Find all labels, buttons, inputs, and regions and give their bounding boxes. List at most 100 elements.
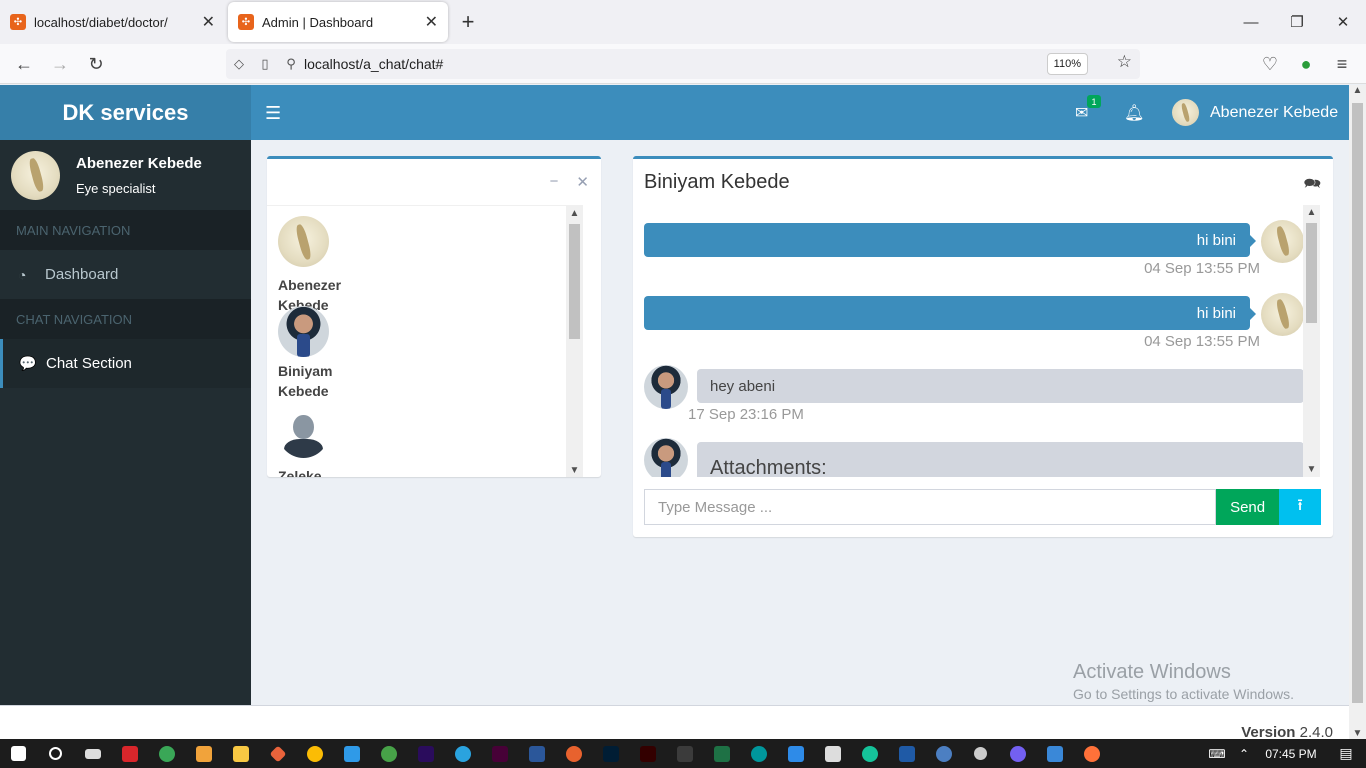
sidebar-item-chat-section[interactable]: 💬 Chat Section: [0, 339, 251, 388]
settings-gear-icon[interactable]: [962, 739, 999, 768]
vscode-icon[interactable]: [333, 739, 370, 768]
bell-icon[interactable]: 🔔︎: [1124, 103, 1144, 123]
user-panel: Abenezer Kebede Eye specialist: [0, 140, 251, 210]
message-timestamp: 04 Sep 13:55 PM: [1144, 260, 1260, 277]
close-tab-icon[interactable]: ✕: [202, 12, 215, 32]
firefox-icon[interactable]: [1073, 739, 1110, 768]
message-input[interactable]: [644, 489, 1217, 525]
illustrator-icon[interactable]: [629, 739, 666, 768]
photoshop-icon[interactable]: [592, 739, 629, 768]
message-outgoing: hi bini 04 Sep 13:55 PM: [644, 220, 1304, 283]
forward-icon[interactable]: →: [46, 50, 74, 78]
scroll-up-icon[interactable]: ▲: [1303, 207, 1320, 218]
scroll-down-icon[interactable]: ▼: [1303, 464, 1320, 475]
footer: Version 2.4.0: [0, 705, 1349, 741]
chat-scrollbar[interactable]: ▲ ▼: [1303, 205, 1320, 477]
scroll-up-icon[interactable]: ▲: [566, 208, 583, 219]
url-text[interactable]: localhost/a_chat/chat#: [304, 56, 443, 72]
app-icon[interactable]: [1036, 739, 1073, 768]
notifications-icon[interactable]: ▤: [1326, 745, 1366, 762]
message-list: hi bini 04 Sep 13:55 PM hi bini 04 Sep 1…: [633, 205, 1332, 477]
browser-tab-active[interactable]: ✣ Admin | Dashboard ✕: [228, 2, 448, 42]
shield-icon[interactable]: ◇: [226, 56, 252, 72]
page-icon: ▯: [261, 56, 269, 71]
app-icon[interactable]: [888, 739, 925, 768]
menu-icon[interactable]: ≡: [1328, 50, 1356, 78]
app-icon[interactable]: [925, 739, 962, 768]
send-button[interactable]: Send: [1216, 489, 1280, 525]
grammarly-icon[interactable]: [851, 739, 888, 768]
reload-icon[interactable]: ↻: [82, 50, 110, 78]
app-icon[interactable]: [814, 739, 851, 768]
scroll-up-icon[interactable]: ▲: [1349, 85, 1366, 96]
sidebar-item-label: Dashboard: [45, 266, 119, 283]
restore-icon[interactable]: ❐: [1274, 0, 1320, 44]
address-bar[interactable]: ◇ ▯ ⚲ localhost/a_chat/chat# 110% ☆: [226, 49, 1140, 79]
viber-icon[interactable]: [999, 739, 1036, 768]
chevron-up-icon[interactable]: ⌃: [1232, 747, 1256, 761]
sidebar-toggle-icon[interactable]: ☰: [265, 103, 281, 124]
search-icon[interactable]: [37, 739, 74, 768]
comments-icon[interactable]: 🗪: [1304, 173, 1321, 197]
new-tab-button[interactable]: +: [448, 0, 488, 44]
scroll-thumb[interactable]: [569, 224, 580, 339]
scroll-thumb[interactable]: [1306, 223, 1317, 323]
app-icon[interactable]: [111, 739, 148, 768]
task-view-icon[interactable]: [74, 739, 111, 768]
comment-icon: 💬: [19, 355, 37, 371]
message-timestamp: 17 Sep 23:16 PM: [688, 406, 804, 423]
brand-logo[interactable]: DK services: [0, 85, 251, 140]
dashboard-icon: ◔: [18, 266, 27, 283]
pocket-icon[interactable]: ♡: [1256, 50, 1284, 78]
clock-time[interactable]: 07:45 PM: [1256, 747, 1326, 761]
back-icon[interactable]: ←: [10, 50, 38, 78]
avatar: [1261, 220, 1304, 263]
chat-navigation-header: CHAT NAVIGATION: [0, 299, 251, 339]
browser-tab[interactable]: ✣ localhost/diabet/doctor/ ✕: [0, 2, 225, 42]
app-icon[interactable]: [259, 739, 296, 768]
scroll-down-icon[interactable]: ▼: [566, 465, 583, 476]
contact-item[interactable]: Biniyam Kebede: [278, 306, 368, 401]
telegram-icon[interactable]: [444, 739, 481, 768]
terminal-icon[interactable]: [666, 739, 703, 768]
minimize-box-icon[interactable]: −: [550, 173, 559, 191]
contact-name: Zeleke: [278, 468, 322, 477]
app-icon[interactable]: [555, 739, 592, 768]
xampp-favicon-icon: ✣: [10, 14, 26, 30]
sidebar-item-label: Chat Section: [46, 355, 132, 372]
premiere-icon[interactable]: [407, 739, 444, 768]
app-icon[interactable]: [148, 739, 185, 768]
contact-list-scrollbar[interactable]: ▲ ▼: [566, 206, 583, 477]
minimize-icon[interactable]: ―: [1228, 0, 1274, 44]
bookmark-star-icon[interactable]: ☆: [1117, 52, 1132, 72]
zoom-level[interactable]: 110%: [1046, 53, 1088, 75]
keyboard-icon[interactable]: ⌨: [1202, 747, 1232, 761]
page-scrollbar[interactable]: ▲ ▼: [1349, 85, 1366, 739]
close-window-icon[interactable]: ✕: [1320, 0, 1366, 44]
excel-icon[interactable]: [703, 739, 740, 768]
word-icon[interactable]: [518, 739, 555, 768]
tab-label: Admin | Dashboard: [262, 14, 374, 30]
scroll-thumb[interactable]: [1352, 103, 1363, 703]
permissions-icon[interactable]: ⚲: [278, 56, 304, 72]
extension-icon[interactable]: ●: [1292, 50, 1320, 78]
app-icon[interactable]: [370, 739, 407, 768]
app-icon[interactable]: [185, 739, 222, 768]
contacts-box: − ✕ Abenezer Kebede Biniyam Kebede Zelek…: [267, 156, 601, 477]
file-explorer-icon[interactable]: [222, 739, 259, 768]
contact-item[interactable]: Abenezer Kebede: [278, 216, 368, 315]
upload-icon[interactable]: ⭱: [1279, 489, 1321, 525]
message-outgoing: hi bini 04 Sep 13:55 PM: [644, 293, 1304, 356]
sidebar-item-dashboard[interactable]: ◔ Dashboard: [0, 250, 251, 299]
download-icon[interactable]: [777, 739, 814, 768]
close-tab-icon[interactable]: ✕: [425, 12, 438, 32]
header-user-menu[interactable]: Abenezer Kebede: [1172, 99, 1338, 126]
windows-start-icon[interactable]: [0, 739, 37, 768]
close-box-icon[interactable]: ✕: [576, 173, 589, 191]
avatar: [644, 365, 688, 409]
contact-item[interactable]: Zeleke: [278, 407, 368, 477]
xd-icon[interactable]: [481, 739, 518, 768]
arduino-icon[interactable]: [740, 739, 777, 768]
scroll-down-icon[interactable]: ▼: [1349, 728, 1366, 739]
chrome-icon[interactable]: [296, 739, 333, 768]
